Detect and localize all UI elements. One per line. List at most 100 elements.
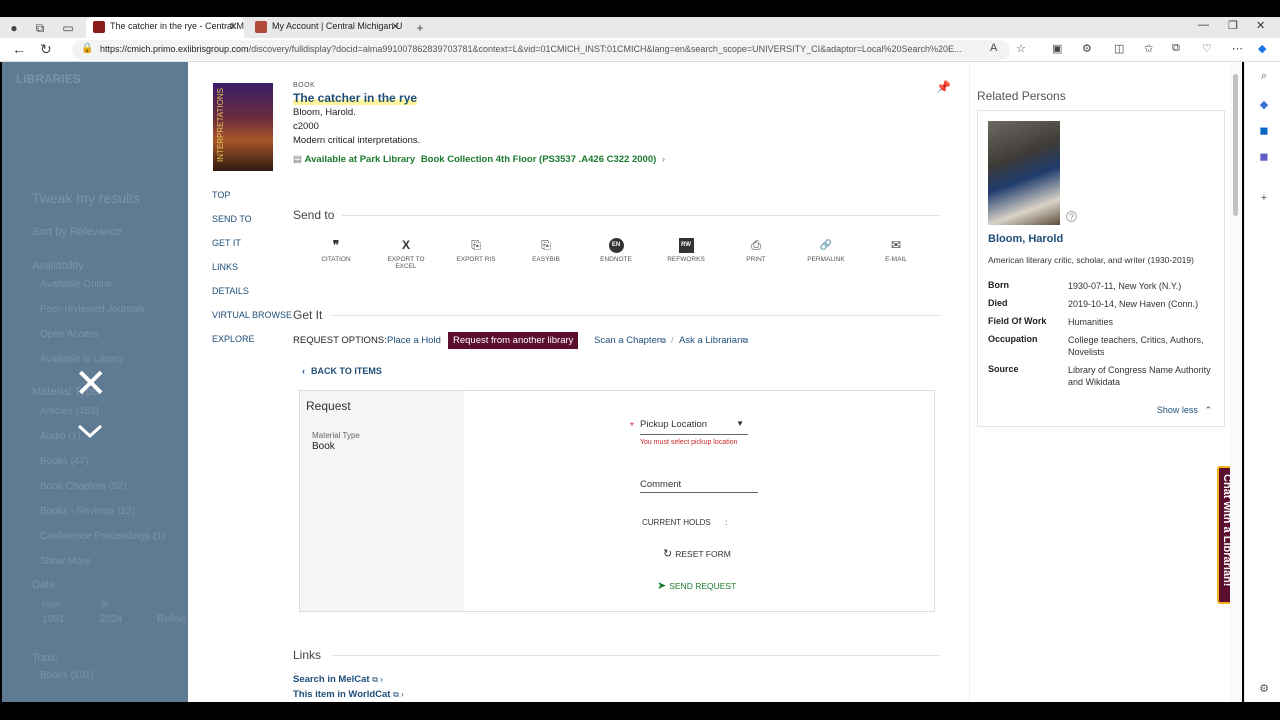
- tab-my-account[interactable]: My Account | Central Michigan U ✕: [248, 17, 406, 38]
- restore-icon[interactable]: ❐: [1228, 19, 1238, 32]
- record-title[interactable]: The catcher in the rye: [293, 91, 418, 105]
- current-holds-separator: :: [724, 518, 728, 527]
- action-label: CITATION: [321, 256, 351, 263]
- teams-icon[interactable]: ◼: [1257, 150, 1271, 164]
- ask-librarian-link[interactable]: Ask a Librarian⧉: [679, 335, 748, 346]
- tab-catcher-in-the-rye[interactable]: The catcher in the rye - Central M ✕: [86, 17, 244, 38]
- endnote-button[interactable]: EN ENDNOTE: [586, 238, 646, 263]
- external-link-icon: ⧉ ›: [372, 675, 383, 684]
- row-value: Library of Congress Name Authority and W…: [1068, 365, 1211, 387]
- facet-item: Books (191): [40, 670, 94, 681]
- shopping-icon[interactable]: ◆: [1257, 98, 1271, 112]
- help-icon[interactable]: ?: [1066, 211, 1077, 222]
- related-person-card: ? Bloom, Harold American literary critic…: [977, 110, 1225, 427]
- date-from: 1951: [42, 614, 65, 625]
- favorites-icon[interactable]: ✩: [1144, 42, 1153, 55]
- back-to-items-link[interactable]: ‹ BACK TO ITEMS: [302, 366, 382, 376]
- facet-item: Articles (453): [40, 406, 99, 417]
- record-author[interactable]: Bloom, Harold.: [293, 107, 356, 118]
- reload-icon[interactable]: ↻: [40, 41, 52, 58]
- more-menu-icon[interactable]: ⋯: [1232, 42, 1243, 55]
- favorite-star-icon[interactable]: ☆: [1016, 42, 1026, 55]
- print-button[interactable]: ⎙ PRINT: [726, 238, 786, 263]
- scrollbar-thumb[interactable]: [1233, 74, 1238, 216]
- extension-icon[interactable]: ▣: [1052, 42, 1062, 55]
- outlook-icon[interactable]: ◼: [1257, 124, 1271, 138]
- workspaces-icon[interactable]: ⧉: [32, 20, 48, 36]
- chevron-down-icon[interactable]: [76, 422, 104, 442]
- refworks-button[interactable]: RW REFWORKS: [656, 238, 716, 263]
- send-request-button[interactable]: ➤ SEND REQUEST: [657, 579, 736, 592]
- new-tab-icon[interactable]: +: [412, 20, 428, 36]
- facet-heading: Tweak my results: [32, 190, 141, 206]
- easybib-button[interactable]: ⎘ EASYBIB: [516, 238, 576, 263]
- url-field[interactable]: 🔒 https://cmich.primo.exlibrisgroup.com/…: [72, 40, 1010, 60]
- collections-icon[interactable]: ⧉: [1172, 42, 1180, 55]
- minimize-icon[interactable]: —: [1198, 19, 1209, 31]
- side-nav-links[interactable]: LINKS: [212, 262, 238, 272]
- worldcat-link[interactable]: This item in WorldCat ⧉ ›: [293, 689, 404, 700]
- availability-status: Available at Park Library: [304, 154, 416, 165]
- export-ris-button[interactable]: ⎘ EXPORT RIS: [446, 238, 506, 263]
- action-label: EXPORT TO EXCEL: [387, 256, 425, 270]
- chat-with-librarian-button[interactable]: Chat with a Librarian!: [1217, 466, 1230, 604]
- libraries-logo: LIBRARIES: [16, 72, 81, 86]
- side-nav-top[interactable]: TOP: [212, 190, 230, 200]
- pickup-location-select[interactable]: Pickup Location ▼: [640, 419, 748, 435]
- dropdown-arrow-icon: ▼: [736, 419, 744, 428]
- permalink-button[interactable]: 🔗 PERMALINK: [796, 238, 856, 263]
- split-screen-icon[interactable]: ◫: [1114, 42, 1124, 55]
- copilot-icon[interactable]: ◆: [1258, 42, 1266, 55]
- refworks-icon: RW: [678, 238, 694, 253]
- back-to-items-label: BACK TO ITEMS: [311, 366, 382, 376]
- browser-essentials-icon[interactable]: ♡: [1202, 42, 1212, 55]
- scan-chapter-link[interactable]: Scan a Chapter⧉: [594, 335, 666, 346]
- request-options-label: REQUEST OPTIONS:: [293, 335, 387, 346]
- show-less-button[interactable]: Show less ⌃: [1157, 405, 1212, 416]
- add-sidebar-app-icon[interactable]: +: [1257, 192, 1271, 206]
- mail-icon: ✉: [890, 238, 902, 252]
- person-photo: [988, 121, 1060, 225]
- side-nav-get-it[interactable]: GET IT: [212, 238, 241, 248]
- export-excel-button[interactable]: X EXPORT TO EXCEL: [376, 238, 436, 270]
- citation-button[interactable]: ❞ CITATION: [306, 238, 366, 263]
- close-window-icon[interactable]: ✕: [1256, 19, 1265, 32]
- settings-gear-icon[interactable]: ⚙: [1257, 682, 1271, 696]
- search-icon[interactable]: ⌕: [1257, 70, 1271, 84]
- pin-icon[interactable]: 📌: [936, 80, 951, 94]
- availability-line[interactable]: ▤ Available at Park Library Book Collect…: [293, 154, 665, 165]
- close-tab-icon[interactable]: ✕: [229, 20, 238, 33]
- close-tab-icon[interactable]: ✕: [391, 20, 400, 33]
- refine-button: Refine: [157, 614, 186, 625]
- close-panel-icon[interactable]: ✕: [74, 364, 108, 404]
- record-series: Modern critical interpretations.: [293, 135, 421, 146]
- back-icon[interactable]: ←: [12, 41, 26, 57]
- profile-icon[interactable]: ●: [6, 20, 22, 36]
- related-persons-heading: Related Persons: [977, 89, 1066, 103]
- action-label: PRINT: [746, 256, 766, 263]
- facet-item: Peer-reviewed Journals: [40, 304, 146, 315]
- get-it-heading: Get It: [293, 308, 323, 322]
- ask-librarian-label: Ask a Librarian: [679, 335, 743, 346]
- page-scrollbar[interactable]: [1230, 62, 1242, 702]
- extension-gear-icon[interactable]: ⚙: [1082, 42, 1092, 55]
- comment-field[interactable]: Comment: [640, 479, 758, 493]
- row-value: Humanities: [1068, 317, 1114, 327]
- row-value: 2019-10-14, New Haven (Conn.): [1068, 299, 1199, 309]
- reset-form-button[interactable]: ↻ RESET FORM: [663, 547, 731, 560]
- side-nav-virtual-browse[interactable]: VIRTUAL BROWSE: [212, 310, 292, 320]
- search-melcat-link[interactable]: Search in MelCat ⧉ ›: [293, 674, 383, 685]
- read-aloud-icon[interactable]: A: [990, 42, 997, 54]
- send-request-label: SEND REQUEST: [669, 581, 737, 591]
- side-nav-explore[interactable]: EXPLORE: [212, 334, 255, 344]
- email-button[interactable]: ✉ E-MAIL: [866, 238, 926, 263]
- place-hold-link[interactable]: Place a Hold: [387, 335, 441, 346]
- request-other-library-button[interactable]: Request from another library: [448, 332, 579, 349]
- person-name[interactable]: Bloom, Harold: [988, 233, 1063, 245]
- tab-actions-icon[interactable]: ▭: [60, 20, 76, 36]
- side-nav-send-to[interactable]: SEND TO: [212, 214, 252, 224]
- action-label: PERMALINK: [807, 256, 845, 263]
- current-holds: CURRENT HOLDS :: [642, 518, 727, 527]
- side-nav-details[interactable]: DETAILS: [212, 286, 249, 296]
- chevron-left-icon: ‹: [302, 366, 305, 376]
